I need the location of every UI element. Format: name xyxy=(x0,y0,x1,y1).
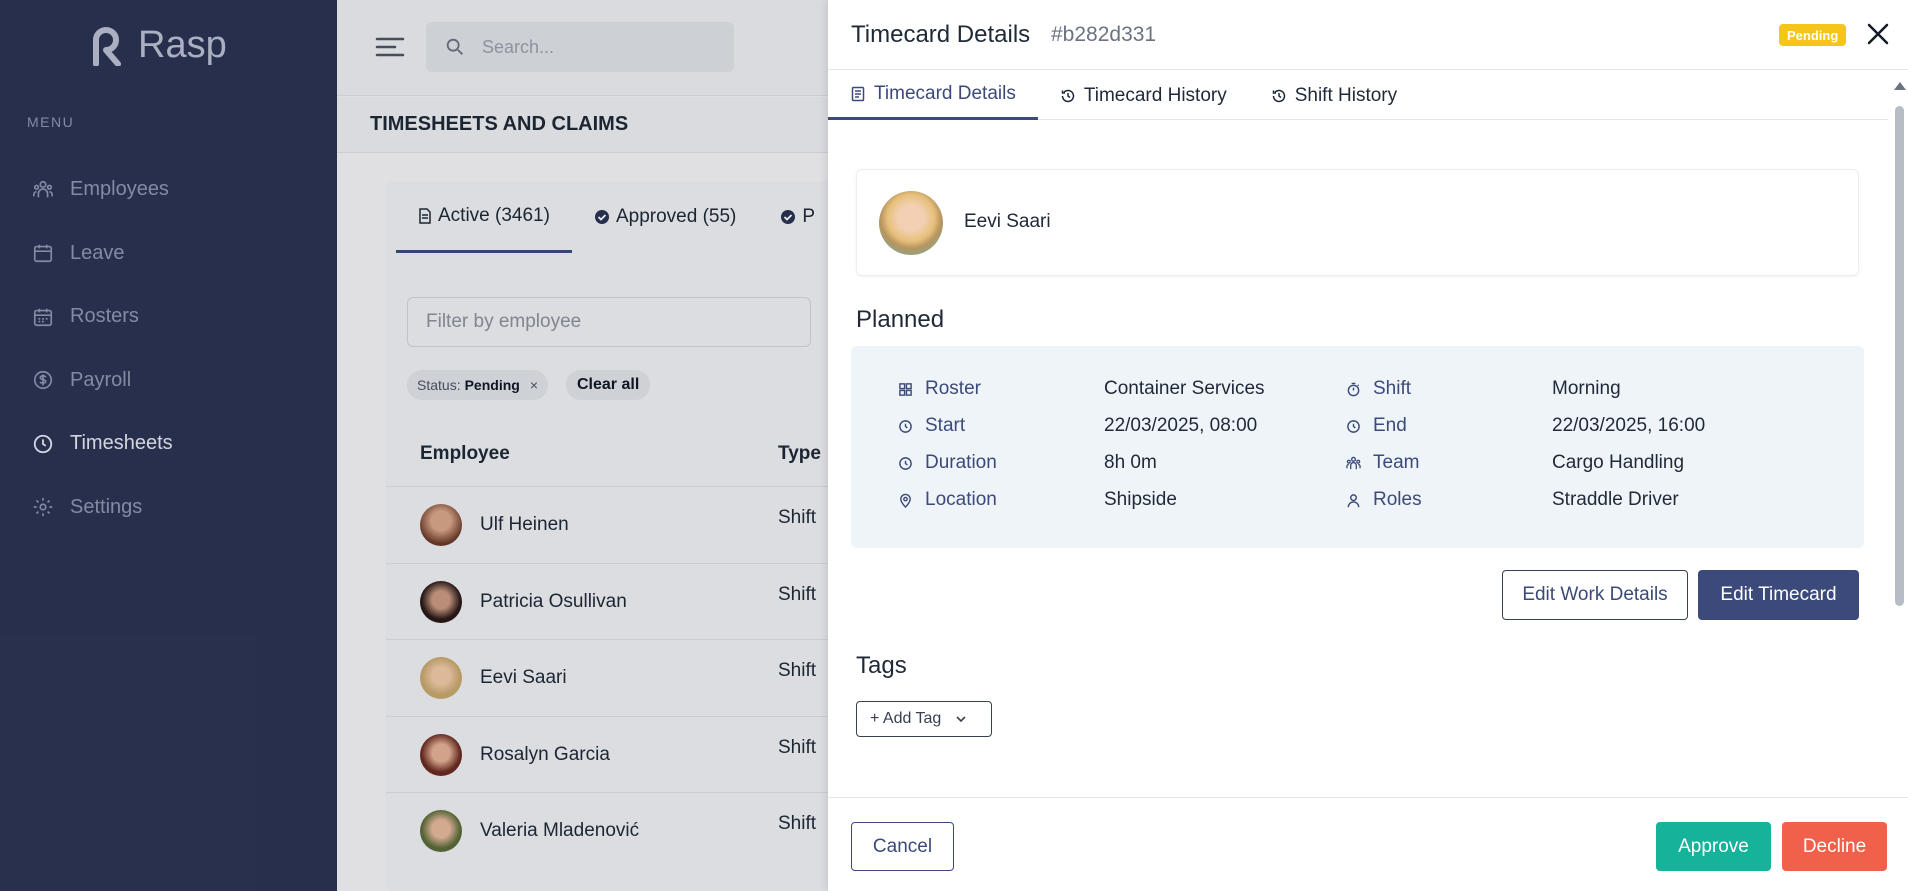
approve-button[interactable]: Approve xyxy=(1656,822,1771,871)
decline-button[interactable]: Decline xyxy=(1782,822,1887,871)
drawer-scrollbar[interactable] xyxy=(1892,80,1906,610)
close-icon[interactable] xyxy=(1864,20,1892,48)
add-tag-label: + Add Tag xyxy=(870,710,942,727)
detail-end: End xyxy=(1346,415,1407,437)
timecard-id: #b282d331 xyxy=(1051,23,1157,46)
drawer-tabs: Timecard Details Timecard History Shift … xyxy=(828,71,1888,120)
detail-label: Duration xyxy=(925,452,997,473)
drawer-title: Timecard Details xyxy=(851,21,1031,48)
tab-label: Shift History xyxy=(1294,84,1398,106)
clock-icon xyxy=(899,456,912,470)
detail-location: Location xyxy=(898,489,997,511)
scroll-thumb[interactable] xyxy=(1895,106,1904,606)
detail-value-start: 22/03/2025, 08:00 xyxy=(1104,415,1258,436)
drawer-header: Timecard Details #b282d331 Pending xyxy=(828,0,1908,70)
edit-work-details-button[interactable]: Edit Work Details xyxy=(1502,570,1688,620)
person-icon xyxy=(1347,493,1360,507)
detail-label: Team xyxy=(1373,452,1420,473)
chevron-down-icon xyxy=(956,716,966,723)
tab-timecard-details[interactable]: Timecard Details xyxy=(828,71,1038,120)
tab-label: Timecard History xyxy=(1083,84,1227,106)
tags-title: Tags xyxy=(856,652,907,679)
status-badge: Pending xyxy=(1779,24,1847,46)
detail-label: Roster xyxy=(925,378,981,399)
timecard-drawer: Timecard Details #b282d331 Pending Timec… xyxy=(828,0,1908,891)
detail-shift: Shift xyxy=(1346,378,1411,400)
detail-label: Start xyxy=(925,415,966,436)
detail-roster: Roster xyxy=(898,378,981,400)
detail-roles: Roles xyxy=(1346,489,1422,511)
edit-timecard-button[interactable]: Edit Timecard xyxy=(1698,570,1859,620)
avatar xyxy=(879,191,943,255)
detail-duration: Duration xyxy=(898,452,997,474)
detail-value-end: 22/03/2025, 16:00 xyxy=(1552,415,1706,436)
employee-card: Eevi Saari xyxy=(856,169,1859,276)
history-icon xyxy=(1272,89,1285,102)
detail-start: Start xyxy=(898,415,965,437)
detail-value-team: Cargo Handling xyxy=(1552,452,1685,473)
tab-timecard-history[interactable]: Timecard History xyxy=(1038,71,1249,120)
grid-icon xyxy=(899,382,912,396)
modal-overlay[interactable] xyxy=(0,0,828,891)
clock-icon xyxy=(1347,419,1360,433)
detail-value-shift: Morning xyxy=(1552,378,1621,399)
clock-icon xyxy=(899,419,912,433)
detail-value-location: Shipside xyxy=(1104,489,1177,510)
drawer-footer: Cancel Approve Decline xyxy=(828,797,1908,891)
location-pin-icon xyxy=(900,493,911,508)
planned-title: Planned xyxy=(856,306,945,333)
detail-team: Team xyxy=(1346,452,1419,474)
history-icon xyxy=(1061,89,1075,102)
detail-label: End xyxy=(1373,415,1407,436)
employee-name: Eevi Saari xyxy=(964,211,1051,232)
tab-shift-history[interactable]: Shift History xyxy=(1249,71,1419,120)
document-icon xyxy=(851,86,865,102)
detail-label: Roles xyxy=(1373,489,1422,510)
team-icon xyxy=(1346,456,1361,469)
scroll-up-icon[interactable] xyxy=(1894,82,1906,90)
detail-label: Shift xyxy=(1373,378,1412,399)
cancel-button[interactable]: Cancel xyxy=(851,822,954,871)
stopwatch-icon xyxy=(1347,382,1360,396)
add-tag-button[interactable]: + Add Tag xyxy=(856,701,992,737)
detail-label: Location xyxy=(925,489,997,510)
detail-value-duration: 8h 0m xyxy=(1104,452,1157,473)
detail-value-roles: Straddle Driver xyxy=(1552,489,1679,510)
tab-label: Timecard Details xyxy=(874,83,1016,104)
detail-value-roster: Container Services xyxy=(1104,378,1265,399)
planned-details: Roster Container Services Start 22/03/20… xyxy=(851,346,1864,548)
